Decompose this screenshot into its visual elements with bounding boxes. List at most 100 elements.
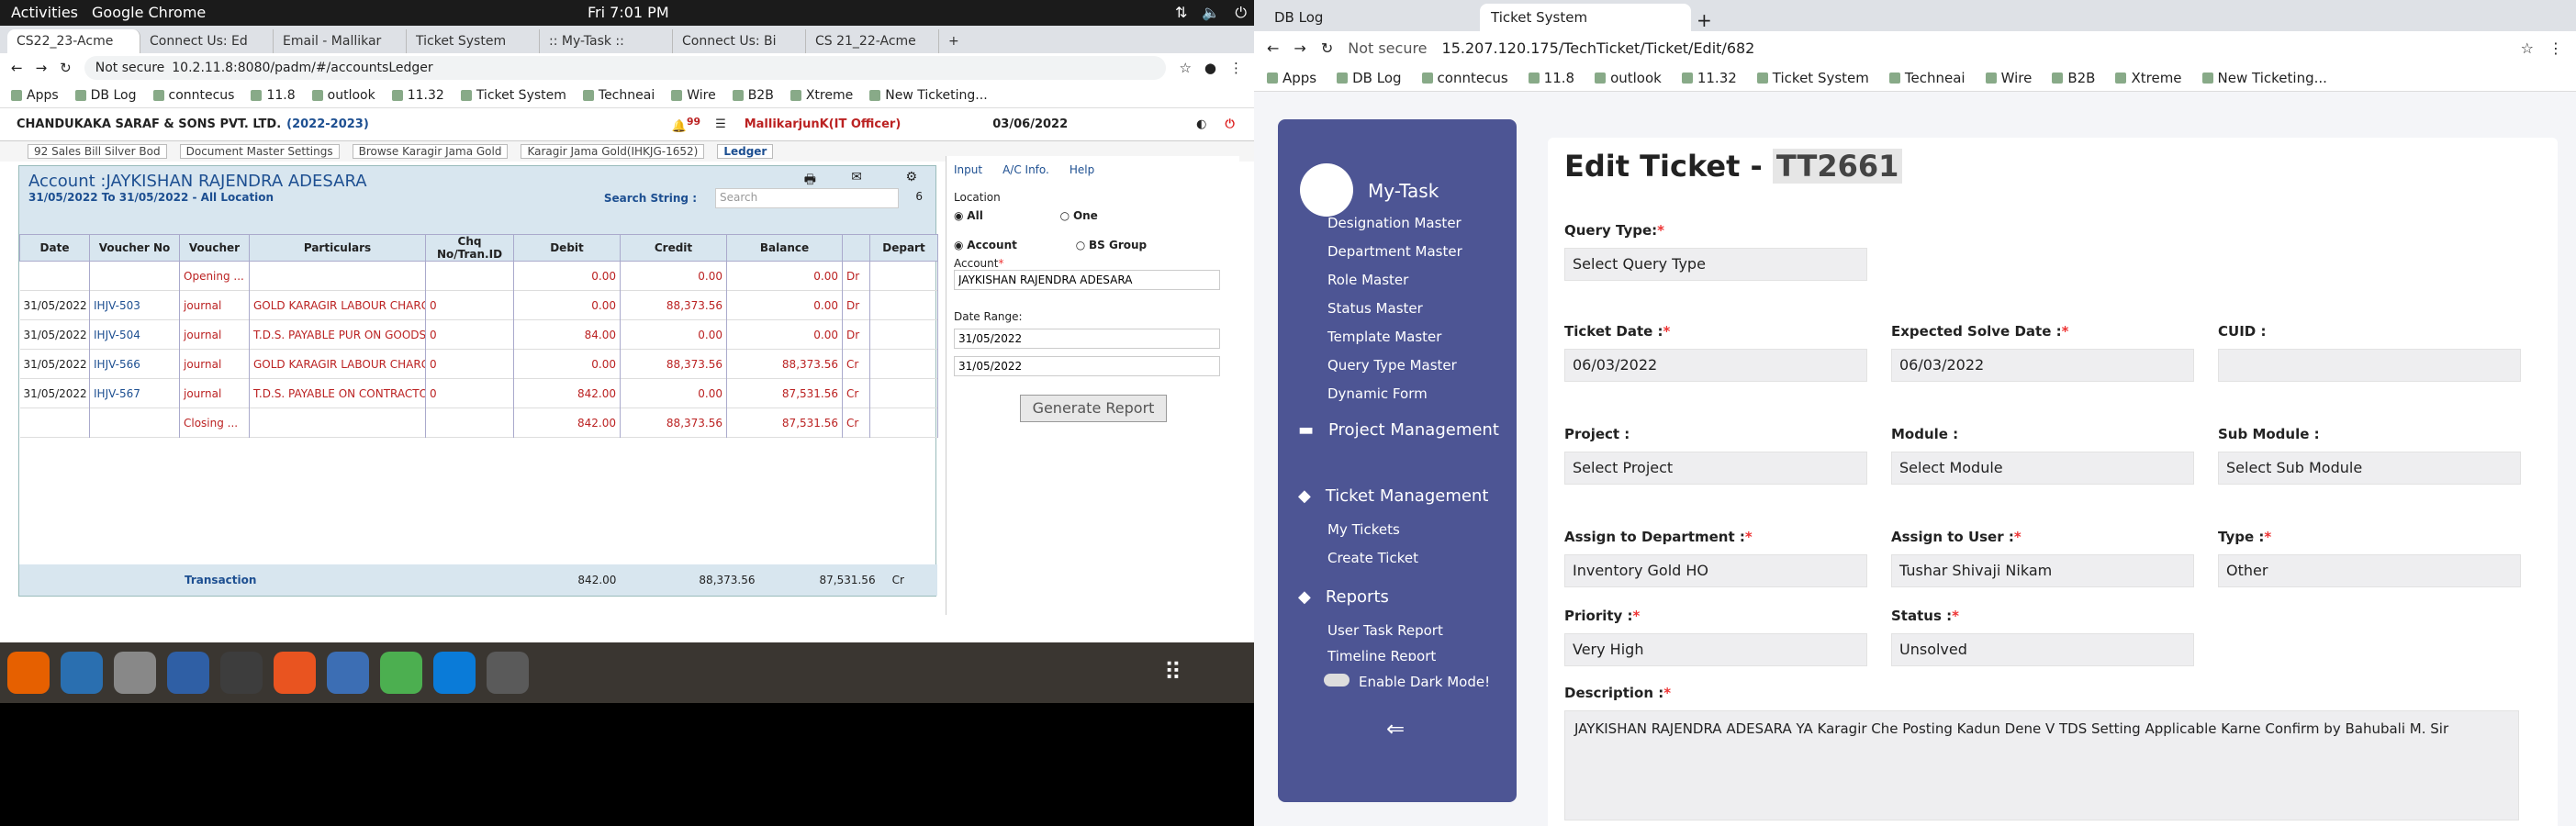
account-input[interactable] (954, 270, 1220, 290)
back-icon[interactable]: ← (1267, 39, 1279, 57)
bookmark-apps[interactable]: Apps (11, 88, 59, 103)
assign-user-select[interactable]: Tushar Shivaji Nikam (1891, 554, 2194, 587)
sidebar-template-master[interactable]: Template Master (1327, 329, 1441, 345)
edge-icon[interactable] (433, 652, 476, 694)
tab-my-task[interactable]: :: My-Task :: (540, 29, 673, 53)
menu-icon[interactable]: ⋮ (1229, 60, 1243, 76)
doc-tab-document-master[interactable]: Document Master Settings (179, 144, 340, 159)
doc-tab-ledger[interactable]: Ledger (717, 144, 774, 159)
col-voucher[interactable]: Voucher (179, 234, 250, 262)
table-row[interactable]: Closing ... 842.00 88,373.56 87,531.56 Cr (19, 407, 938, 438)
logout-icon[interactable]: ⏻ (1225, 117, 1234, 131)
sidebar-user-task-report[interactable]: User Task Report (1327, 622, 1443, 639)
menu-icon[interactable]: ⋮ (2548, 39, 2563, 57)
status-select[interactable]: Unsolved (1891, 633, 2194, 666)
user-menu[interactable]: MallikarjunK(IT Officer) (745, 117, 902, 131)
new-tab-button[interactable]: + (939, 29, 967, 53)
bookmark-b2b[interactable]: B2B (2052, 70, 2095, 86)
cuid-input[interactable] (2218, 349, 2521, 382)
active-app-menu[interactable]: Google Chrome (92, 4, 206, 21)
rhythmbox-icon[interactable] (220, 652, 263, 694)
bookmark-wire[interactable]: Wire (1985, 70, 2032, 86)
reload-icon[interactable]: ↻ (1321, 39, 1333, 57)
bookmark-new-ticketing[interactable]: New Ticketing... (869, 88, 988, 103)
bookmark-techneai[interactable]: Techneai (1888, 70, 1966, 86)
module-select[interactable]: Select Module (1891, 452, 2194, 485)
bookmark-11-8[interactable]: 11.8 (1528, 70, 1574, 86)
thunderbird-icon[interactable] (61, 652, 103, 694)
tab-cs21[interactable]: CS 21_22-Acme (806, 29, 939, 53)
department-select[interactable]: Inventory Gold HO (1564, 554, 1867, 587)
bookmark-outlook[interactable]: outlook (1595, 70, 1662, 86)
list-icon[interactable]: ☰ (715, 117, 726, 131)
bookmark-11-32[interactable]: 11.32 (1681, 70, 1737, 86)
to-date-input[interactable] (954, 356, 1220, 376)
calculator-icon[interactable] (487, 652, 529, 694)
bookmark-apps[interactable]: Apps (1267, 70, 1316, 86)
bookmark-ticket-system[interactable]: Ticket System (1756, 70, 1869, 86)
sidebar-role-master[interactable]: Role Master (1327, 272, 1408, 288)
bs-group-radio[interactable]: ○ BS Group (1076, 239, 1147, 251)
bookmark-11-32[interactable]: 11.32 (391, 88, 444, 103)
table-row[interactable]: 31/05/2022 IHJV-504 journal T.D.S. PAYABLE … (19, 319, 938, 350)
bookmark-star-icon[interactable]: ☆ (1179, 60, 1191, 76)
address-bar[interactable]: Not secure 10.2.11.8:8080/padm/#/account… (84, 56, 1167, 80)
project-select[interactable]: Select Project (1564, 452, 1867, 485)
clock[interactable]: Fri 7:01 PM (588, 4, 669, 21)
bookmark-wire[interactable]: Wire (671, 88, 716, 103)
sidebar-designation-master[interactable]: Designation Master (1327, 215, 1462, 231)
bookmark-11-8[interactable]: 11.8 (251, 88, 296, 103)
doc-tab-browse-karagir[interactable]: Browse Karagir Jama Gold (352, 144, 509, 159)
notification-bell-icon[interactable]: 🔔99 (672, 116, 700, 133)
sidebar-dynamic-form[interactable]: Dynamic Form (1327, 385, 1428, 402)
show-apps-icon[interactable]: ⠿ (1164, 659, 1182, 686)
col-particulars[interactable]: Particulars (249, 234, 426, 262)
ticket-date-input[interactable]: 06/03/2022 (1564, 349, 1867, 382)
settings-icon[interactable]: ⚙ (905, 170, 917, 184)
bookmark-new-ticketing[interactable]: New Ticketing... (2201, 70, 2327, 86)
tab-connect-us-ed[interactable]: Connect Us: Ed (140, 29, 274, 53)
activities-button[interactable]: Activities (11, 4, 78, 21)
from-date-input[interactable] (954, 329, 1220, 349)
collapse-arrow-icon[interactable]: ⇐ (1386, 716, 1405, 742)
tab-cs22[interactable]: CS22_23-Acme (7, 29, 140, 53)
type-select[interactable]: Other (2218, 554, 2521, 587)
description-textarea[interactable]: JAYKISHAN RAJENDRA ADESARA YA Karagir Ch… (1564, 710, 2519, 820)
doc-tab-karagir-jama[interactable]: Karagir Jama Gold(IHKJG-1652) (521, 144, 705, 159)
sidebar-project-management[interactable]: ▬ Project Management (1298, 420, 1500, 440)
expected-date-input[interactable]: 06/03/2022 (1891, 349, 2194, 382)
doc-tab-sales-bill[interactable]: 92 Sales Bill Silver Bod (28, 144, 167, 159)
profile-icon[interactable]: ● (1204, 60, 1216, 76)
tab-email[interactable]: Email - Mallikar (274, 29, 407, 53)
firefox-icon[interactable] (7, 652, 50, 694)
account-radio[interactable]: ◉ Account (954, 239, 1017, 251)
files-icon[interactable] (114, 652, 156, 694)
print-icon[interactable]: 🖶 (804, 170, 816, 192)
dark-mode-toggle[interactable]: Enable Dark Mode! (1324, 674, 1490, 690)
sidebar-department-master[interactable]: Department Master (1327, 243, 1462, 260)
new-tab-button[interactable]: + (1697, 9, 1724, 31)
bookmark-star-icon[interactable]: ☆ (2521, 39, 2534, 57)
col-chq[interactable]: Chq No/Tran.ID (425, 234, 514, 262)
table-row[interactable]: 31/05/2022 IHJV-566 journal GOLD KARAGIR LA… (19, 349, 938, 379)
chrome-icon[interactable] (380, 652, 422, 694)
bookmark-b2b[interactable]: B2B (732, 88, 774, 103)
tab-ac-info[interactable]: A/C Info. (1002, 163, 1049, 176)
bookmark-db-log[interactable]: DB Log (74, 88, 137, 103)
bookmark-conntecus[interactable]: conntecus (1421, 70, 1508, 86)
location-all-radio[interactable]: ◉ All (954, 209, 983, 222)
help-icon[interactable] (327, 652, 369, 694)
bookmark-xtreme[interactable]: Xtreme (2115, 70, 2182, 86)
bookmark-techneai[interactable]: Techneai (582, 88, 655, 103)
sidebar-status-master[interactable]: Status Master (1327, 300, 1423, 317)
tab-ticket-system[interactable]: Ticket System (407, 29, 540, 53)
col-date[interactable]: Date (19, 234, 90, 262)
submodule-select[interactable]: Select Sub Module (2218, 452, 2521, 485)
col-voucher-no[interactable]: Voucher No (89, 234, 180, 262)
sidebar-reports[interactable]: ◆ Reports (1298, 587, 1389, 607)
toggle-switch[interactable] (1324, 674, 1350, 686)
system-tray[interactable]: ⇅ 🔈 ⏻ (1175, 4, 1247, 22)
tab-db-log[interactable]: DB Log (1263, 4, 1474, 31)
table-row[interactable]: 31/05/2022 IHJV-567 journal T.D.S. PAYABLE … (19, 378, 938, 408)
bookmark-xtreme[interactable]: Xtreme (790, 88, 853, 103)
